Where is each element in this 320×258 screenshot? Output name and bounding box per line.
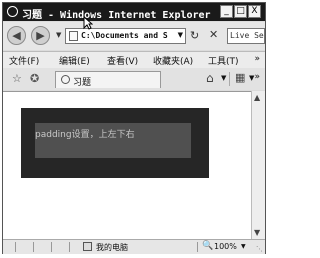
status-divider bbox=[51, 242, 52, 252]
address-toolbar: ◀ ▶ ▼ C:\Documents and S ▼ ↻ ✕ Live Se bbox=[3, 22, 265, 50]
back-arrow-icon: ◀ bbox=[12, 29, 21, 42]
toolbar-divider bbox=[229, 72, 230, 86]
home-dropdown-icon[interactable]: ▼ bbox=[221, 74, 226, 82]
add-favorites-icon[interactable]: ✪ bbox=[30, 72, 39, 85]
window-title: 习题 - Windows Internet Explorer bbox=[22, 10, 211, 21]
page-menu-icon[interactable]: ▦ bbox=[235, 71, 245, 84]
back-button[interactable]: ◀ bbox=[7, 26, 26, 45]
menu-bar: 文件(F) 编辑(E) 查看(V) 收藏夹(A) 工具(T) » bbox=[3, 51, 265, 69]
forward-arrow-icon: ▶ bbox=[36, 29, 45, 42]
page-content: padding设置，上左下右 bbox=[3, 91, 251, 240]
security-zone-label: 我的电脑 bbox=[96, 243, 128, 252]
maximize-button[interactable]: □ bbox=[234, 5, 247, 18]
status-divider bbox=[197, 242, 198, 252]
search-input[interactable]: Live Se bbox=[227, 28, 265, 44]
menu-edit[interactable]: 编辑(E) bbox=[59, 54, 90, 67]
close-button[interactable]: X bbox=[248, 5, 261, 18]
zoom-icon[interactable]: 🔍 bbox=[202, 241, 213, 251]
address-bar[interactable]: C:\Documents and S ▼ bbox=[65, 28, 186, 44]
tab-page-icon bbox=[61, 75, 70, 84]
window-controls: _ □ X bbox=[220, 5, 261, 18]
scroll-down-icon[interactable]: ▼ bbox=[254, 228, 260, 237]
home-icon[interactable]: ⌂ bbox=[206, 71, 214, 85]
status-divider bbox=[15, 242, 16, 252]
resize-grip-icon[interactable]: ⋱ bbox=[256, 245, 263, 253]
tab-active[interactable]: 习题 bbox=[55, 71, 161, 88]
zoom-dropdown-icon[interactable]: ▼ bbox=[241, 243, 246, 250]
vertical-scrollbar[interactable]: ▲ ▼ bbox=[251, 91, 265, 239]
outer-box: padding设置，上左下右 bbox=[21, 108, 209, 178]
scroll-up-icon[interactable]: ▲ bbox=[254, 93, 260, 102]
minimize-button[interactable]: _ bbox=[220, 5, 233, 18]
toolbar-overflow-icon[interactable]: » bbox=[254, 72, 260, 82]
menu-favorites[interactable]: 收藏夹(A) bbox=[153, 54, 193, 67]
browser-window: 习题 - Windows Internet Explorer _ □ X ◀ ▶… bbox=[2, 2, 266, 254]
computer-zone-icon bbox=[83, 242, 92, 251]
status-divider bbox=[69, 242, 70, 252]
menu-overflow-icon[interactable]: » bbox=[254, 54, 260, 64]
address-dropdown-icon[interactable]: ▼ bbox=[178, 31, 183, 39]
box-text: padding设置，上左下右 bbox=[35, 130, 135, 140]
stop-icon[interactable]: ✕ bbox=[209, 28, 218, 41]
zoom-level[interactable]: 100% bbox=[214, 242, 237, 251]
status-bar: 我的电脑 🔍 100% ▼ ⋱ bbox=[3, 239, 265, 254]
menu-file[interactable]: 文件(F) bbox=[9, 54, 39, 67]
menu-tools[interactable]: 工具(T) bbox=[208, 54, 239, 67]
favorites-star-icon[interactable]: ☆ bbox=[12, 72, 22, 85]
address-input[interactable]: C:\Documents and S bbox=[81, 31, 176, 40]
mouse-cursor-icon bbox=[83, 16, 93, 30]
title-bar: 习题 - Windows Internet Explorer _ □ X bbox=[3, 3, 265, 21]
ie-logo-icon bbox=[7, 6, 18, 17]
inner-box: padding设置，上左下右 bbox=[35, 123, 191, 158]
refresh-icon[interactable]: ↻ bbox=[190, 29, 199, 42]
menu-view[interactable]: 查看(V) bbox=[107, 54, 138, 67]
status-divider bbox=[33, 242, 34, 252]
recent-pages-dropdown-icon[interactable]: ▼ bbox=[56, 31, 61, 39]
forward-button[interactable]: ▶ bbox=[31, 26, 50, 45]
page-icon bbox=[69, 31, 78, 41]
tab-label: 习题 bbox=[73, 78, 92, 88]
tab-bar: ☆ ✪ 习题 ⌂ ▼ ▦ ▼ » bbox=[3, 68, 265, 90]
